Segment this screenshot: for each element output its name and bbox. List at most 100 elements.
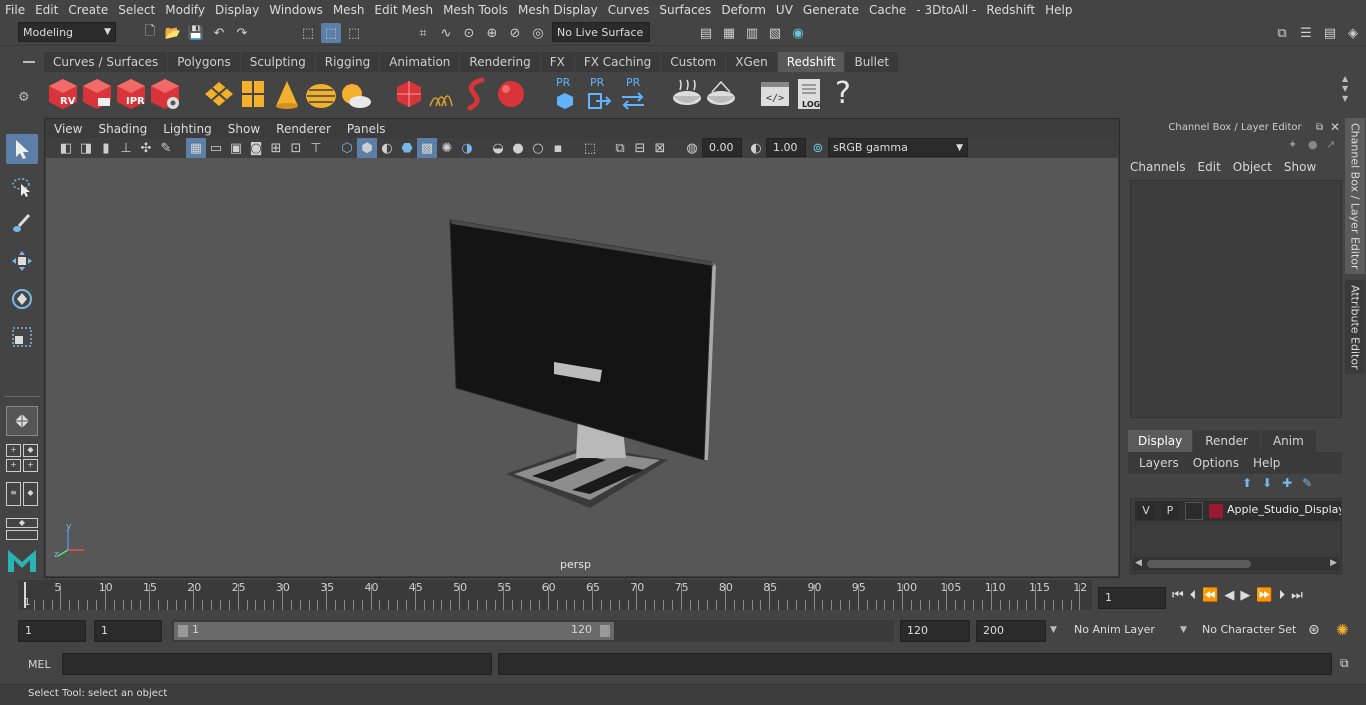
new-scene-icon[interactable]: 🗋 [140,23,160,43]
redshift-hair-icon[interactable] [426,76,460,112]
tab-layer-render[interactable]: Render [1193,430,1260,452]
playback-start-field[interactable]: 1 [94,620,162,642]
redshift-sphere-icon[interactable] [494,76,528,112]
scrollbar-thumb[interactable] [1147,560,1251,568]
tab-layer-display[interactable]: Display [1128,430,1193,452]
xray-active-icon[interactable]: ⊟ [630,138,650,158]
channel-list[interactable] [1130,180,1342,418]
redo-icon[interactable]: ↷ [232,23,252,43]
range-slider-track[interactable]: 1 120 [172,620,894,642]
character-set-dropdown[interactable]: No Character Set [1196,620,1300,642]
layer-list-scrollbar[interactable]: ◀ ▶ [1133,557,1339,571]
redshift-proxy-icon[interactable] [202,76,236,112]
render-frame-icon[interactable]: ▦ [719,23,739,43]
viewport-menu-show[interactable]: Show [220,120,268,138]
scroll-left-icon[interactable]: ◀ [1135,558,1142,568]
gamma-field[interactable]: 1.00 [766,138,806,157]
new-empty-layer-icon[interactable]: ✚ [1282,476,1292,490]
grease-pencil-icon[interactable]: ✎ [156,138,176,158]
wireframe-on-shaded-icon[interactable]: ⬣ [397,138,417,158]
redshift-render-view-icon[interactable]: RV [46,76,80,112]
menu-curves[interactable]: Curves [603,0,655,20]
menu-edit-mesh[interactable]: Edit Mesh [369,0,438,20]
menu-mesh-tools[interactable]: Mesh Tools [438,0,513,20]
select-component-icon[interactable]: ⬚ [344,23,364,43]
menu-surfaces[interactable]: Surfaces [654,0,716,20]
menu-mesh[interactable]: Mesh [328,0,370,20]
move-layer-down-icon[interactable]: ⬇ [1262,476,1272,490]
command-input[interactable] [62,653,492,675]
step-forward-icon[interactable]: ⏵ [1279,588,1286,603]
scale-tool-icon[interactable] [6,322,38,352]
menu-generate[interactable]: Generate [798,0,864,20]
safe-title-icon[interactable]: ⊤ [306,138,326,158]
select-hierarchy-icon[interactable]: ⬚ [298,23,318,43]
viewport-menu-lighting[interactable]: Lighting [155,120,220,138]
menu-help[interactable]: Help [1040,0,1077,20]
make-live-icon[interactable]: ◎ [528,23,548,43]
channel-menu-edit[interactable]: Edit [1198,160,1221,174]
xray-joints-icon[interactable]: ⊠ [650,138,670,158]
redshift-ipr-icon[interactable]: IPR [114,76,148,112]
menu-display[interactable]: Display [210,0,264,20]
tab-bullet[interactable]: Bullet [845,52,899,72]
isolate-select-icon[interactable]: ⬚ [580,138,600,158]
four-view-layout-icon[interactable]: + ◆ + + [6,444,38,472]
single-perspective-layout-icon[interactable] [6,406,38,436]
layer-color-swatch[interactable] [1209,504,1223,518]
viewport-menu-renderer[interactable]: Renderer [268,120,339,138]
exposure-icon[interactable]: ◍ [682,138,702,158]
default-material-icon[interactable]: ◐ [377,138,397,158]
float-panel-icon[interactable]: ⧉ [1316,122,1323,133]
safe-action-icon[interactable]: ⊡ [286,138,306,158]
time-slider[interactable]: 1 5 10 15 20 25 30 35 40 45 50 55 60 65 70 75 80 85 90 95 1… [18,580,1092,612]
redshift-material-bowl-icon[interactable] [670,76,704,112]
depth-of-field-icon[interactable]: ▪ [548,138,568,158]
color-management-icon[interactable]: ⊚ [808,138,828,158]
redshift-pr-swap-icon[interactable]: PR [616,76,650,112]
layer-visibility-toggle[interactable]: V [1137,502,1155,520]
ipr-render-icon[interactable]: ▥ [742,23,762,43]
viewport-menu-panels[interactable]: Panels [339,120,394,138]
chevron-down-icon[interactable]: ▼ [1180,625,1187,635]
tab-layer-anim[interactable]: Anim [1260,430,1316,452]
snap-grid-icon[interactable]: ⌗ [413,23,433,43]
tab-sculpting[interactable]: Sculpting [240,52,315,72]
redshift-render-settings-icon[interactable] [148,76,182,112]
grid-icon[interactable]: ▦ [186,138,206,158]
tab-fx[interactable]: FX [540,52,574,72]
snap-view-icon[interactable]: ⊕ [482,23,502,43]
play-forward-icon[interactable]: ▶ [1240,588,1250,603]
channel-menu-channels[interactable]: Channels [1130,160,1186,174]
resolution-gate-icon[interactable]: ▣ [226,138,246,158]
menu-uv[interactable]: UV [771,0,798,20]
playback-end-field[interactable]: 120 [900,620,970,642]
bookmark-icon[interactable]: ▮ [96,138,116,158]
menu-redshift[interactable]: Redshift [981,0,1040,20]
tab-rigging[interactable]: Rigging [315,52,380,72]
film-gate-icon[interactable]: ▭ [206,138,226,158]
play-backward-icon[interactable]: ◀ [1224,588,1234,603]
tab-custom[interactable]: Custom [661,52,726,72]
menu-cache[interactable]: Cache [864,0,911,20]
range-slider-handle[interactable]: 1 120 [174,622,614,640]
menu-windows[interactable]: Windows [264,0,328,20]
layer-type-toggle[interactable] [1185,502,1203,520]
snap-curve-icon[interactable]: ∿ [436,23,456,43]
redshift-render-sequence-icon[interactable] [80,76,114,112]
gate-mask-icon[interactable]: ◙ [246,138,266,158]
tab-polygons[interactable]: Polygons [168,52,240,72]
start-time-field[interactable]: 1 [18,620,86,642]
select-camera-icon[interactable]: ◧ [56,138,76,158]
field-chart-icon[interactable]: ⊞ [266,138,286,158]
animation-preferences-icon[interactable]: ✺ [1336,621,1349,639]
redshift-script-editor-icon[interactable]: </> [758,76,792,112]
mode-dropdown[interactable]: Modeling ▼ [18,22,116,42]
tab-redshift[interactable]: Redshift [777,52,845,72]
rotate-tool-icon[interactable] [6,284,38,314]
layer-playback-toggle[interactable]: P [1161,502,1179,520]
redshift-pr-export-icon[interactable]: PR [582,76,616,112]
redshift-light-grid-icon[interactable] [236,76,270,112]
chevron-down-icon[interactable]: ▼ [1050,625,1057,635]
new-layer-selected-icon[interactable]: ✎ [1302,476,1312,490]
